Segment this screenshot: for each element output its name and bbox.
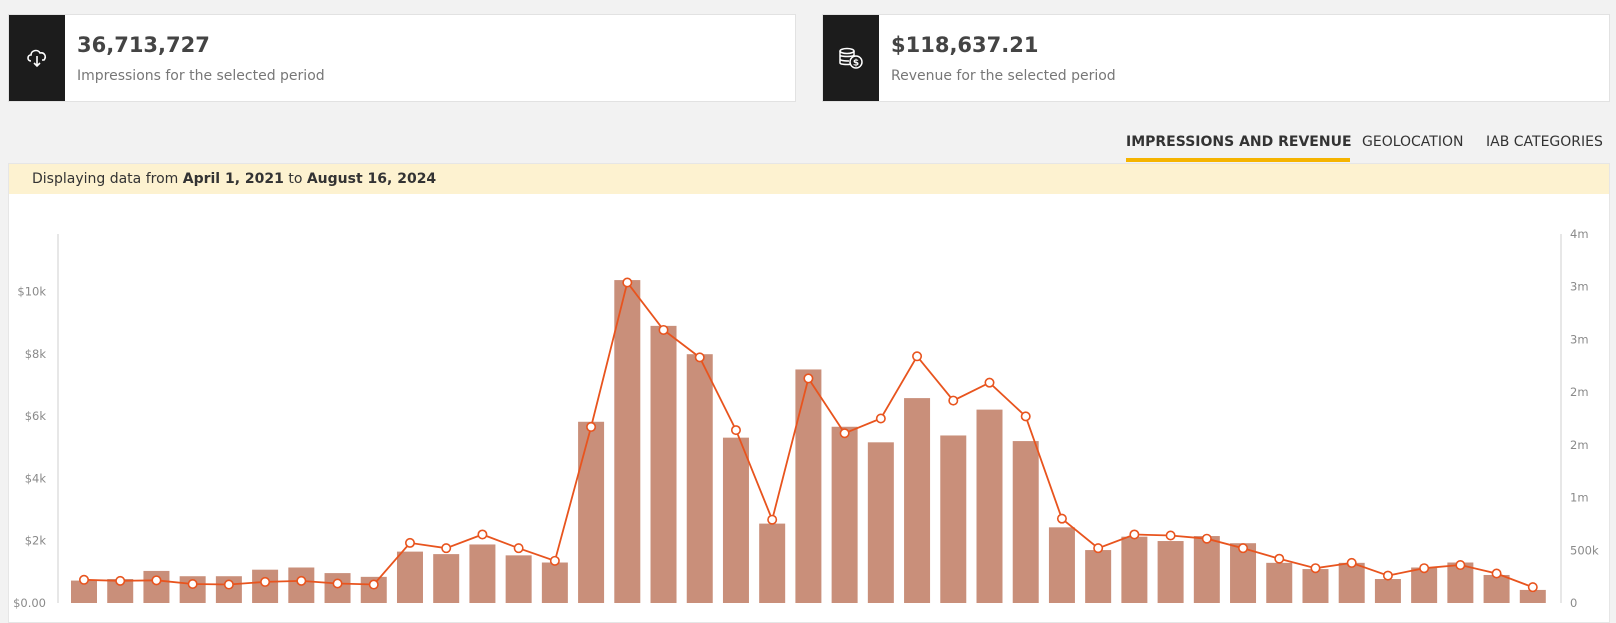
line-point: [1346, 557, 1357, 568]
right-tick-label: 2m: [1570, 385, 1589, 399]
left-tick-label: $2k: [25, 534, 47, 548]
bar: [1266, 562, 1293, 603]
line-point: [332, 578, 343, 589]
line-point: [1129, 529, 1140, 540]
bar: [1157, 541, 1184, 603]
bar: [976, 409, 1003, 603]
line-point: [79, 574, 90, 585]
line-point: [1419, 563, 1430, 574]
line-point: [1201, 533, 1212, 544]
bar: [1338, 562, 1365, 603]
line-point: [767, 514, 778, 525]
right-tick-label: 2m: [1570, 438, 1589, 452]
line-point: [1020, 411, 1031, 422]
bar: [831, 426, 858, 603]
line-point: [622, 277, 633, 288]
line-point: [839, 428, 850, 439]
line-point: [1093, 543, 1104, 554]
left-tick-label: $0.00: [13, 596, 46, 609]
bar: [433, 554, 460, 603]
line-point: [1527, 582, 1538, 593]
left-tick-label: $10k: [17, 285, 46, 299]
bar: [1302, 569, 1329, 603]
bar: [1483, 574, 1510, 603]
line-point: [296, 575, 307, 586]
line-point: [1455, 560, 1466, 571]
bar: [904, 398, 931, 603]
bar: [940, 435, 967, 603]
line-point: [875, 413, 886, 424]
right-tick-label: 3m: [1570, 280, 1589, 294]
bar: [614, 280, 641, 603]
line-point: [803, 373, 814, 384]
line-point: [1382, 570, 1393, 581]
line-point: [1491, 568, 1502, 579]
right-tick-label: 4m: [1570, 227, 1589, 241]
line-point: [151, 575, 162, 586]
line-point: [658, 324, 669, 335]
right-tick-label: 1m: [1570, 491, 1589, 505]
line-point: [549, 555, 560, 566]
line-point: [912, 351, 923, 362]
bar: [469, 544, 496, 603]
line-point: [1238, 543, 1249, 554]
bar: [396, 551, 423, 603]
bar: [1085, 550, 1112, 603]
bar: [1193, 536, 1220, 603]
line-point: [694, 352, 705, 363]
bar: [1048, 527, 1075, 603]
line-point: [187, 579, 198, 590]
bar: [722, 437, 749, 603]
left-tick-label: $4k: [25, 471, 47, 485]
line-point: [260, 576, 271, 587]
line-point: [984, 377, 995, 388]
bar: [1012, 441, 1039, 603]
bar: [759, 523, 786, 603]
bar: [1374, 579, 1401, 603]
line-point: [477, 529, 488, 540]
line-point: [115, 575, 126, 586]
line-point: [1274, 553, 1285, 564]
right-tick-label: 500k: [1570, 543, 1599, 557]
bar: [578, 421, 605, 603]
line-point: [948, 395, 959, 406]
line-point: [513, 543, 524, 554]
right-tick-label: 0: [1570, 596, 1577, 609]
line-point: [1165, 530, 1176, 541]
line-point: [1310, 563, 1321, 574]
bar: [505, 555, 532, 603]
bar: [795, 369, 822, 603]
left-tick-label: $6k: [25, 409, 47, 423]
bar: [1121, 536, 1148, 603]
impressions-revenue-chart: $0.00 $2k $4k $6k $8k $10k 0 500k 1m 2m 2m 3m 3m 4m: [13, 227, 1599, 609]
line-point: [223, 579, 234, 590]
bar: [686, 354, 713, 603]
right-tick-label: 3m: [1570, 332, 1589, 346]
bar: [867, 442, 894, 603]
line-point: [404, 537, 415, 548]
line-point: [1056, 513, 1067, 524]
line-point: [586, 421, 597, 432]
bar: [541, 562, 568, 603]
line-point: [368, 579, 379, 590]
bar: [650, 325, 677, 603]
line-point: [441, 543, 452, 554]
line-point: [730, 425, 741, 436]
left-tick-label: $8k: [25, 347, 47, 361]
